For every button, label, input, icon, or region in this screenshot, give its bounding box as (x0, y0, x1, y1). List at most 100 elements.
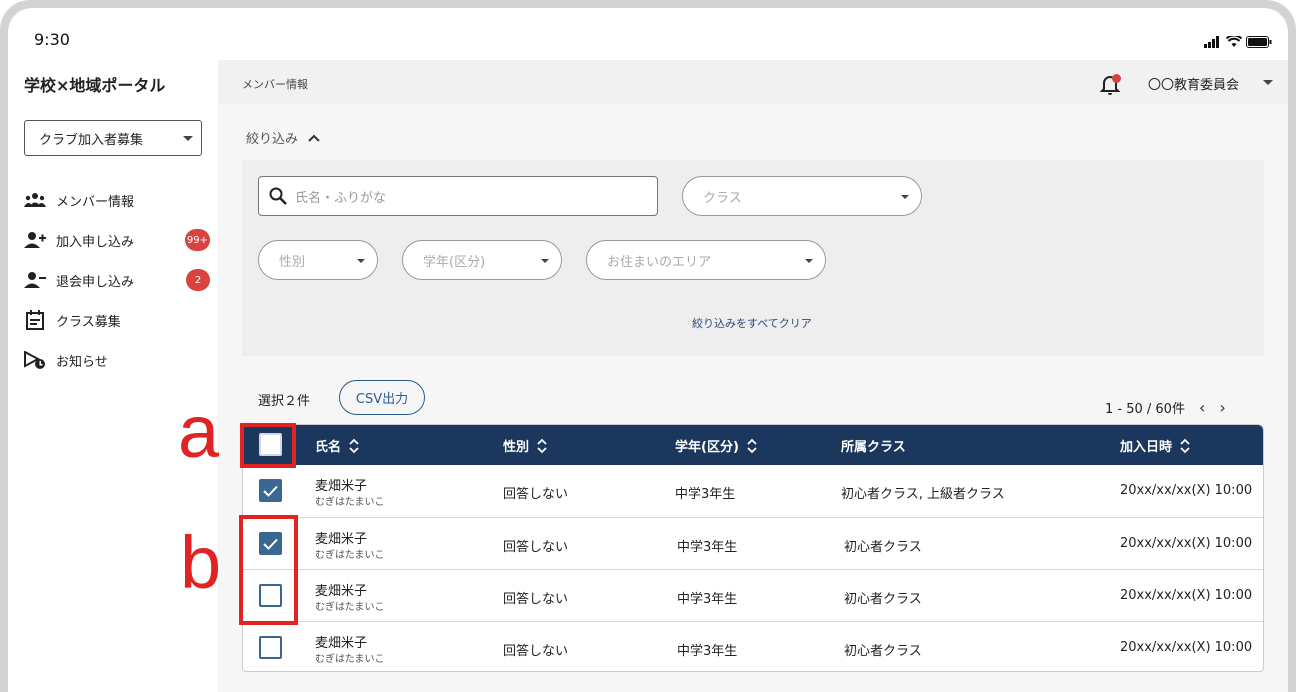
table-row[interactable]: 麦畑米子 むぎはたまいこ 回答しない 中学3年生 初心者クラス 20xx/xx/… (243, 621, 1263, 671)
member-class: 初心者クラス (844, 592, 922, 607)
member-date: 20xx/xx/xx(X) 10:00 (1120, 483, 1253, 498)
filter-toggle-label: 絞り込み (246, 132, 299, 147)
member-gender: 回答しない (503, 487, 569, 502)
sidebar-nav: メンバー情報 加入申し込み 99+ 退会申し込み 2 クラス募集 お知らせ (24, 180, 210, 380)
annotation-label-a: a (178, 390, 220, 473)
clear-filters-link[interactable]: 絞り込みをすべてクリア (692, 315, 812, 331)
filter-panel: 氏名・ふりがな クラス 性別 学年(区分) お住まいのエリア 絞り込みをすべてク… (242, 160, 1264, 356)
member-name: 麦畑米子 (315, 584, 368, 599)
wifi-icon (1226, 36, 1242, 47)
pagination: 1 - 50 / 60件 ‹ › (1105, 398, 1226, 417)
grade-filter[interactable]: 学年(区分) (402, 240, 562, 280)
sidebar-item-label: お知らせ (56, 354, 108, 370)
search-placeholder: 氏名・ふりがな (295, 190, 387, 206)
calendar-icon (24, 309, 46, 331)
caret-down-icon (183, 136, 193, 141)
member-kana: むぎはたまいこ (315, 550, 385, 561)
club-select[interactable]: クラブ加入者募集 (24, 120, 202, 156)
member-kana: むぎはたまいこ (315, 602, 385, 613)
member-class: 初心者クラス, 上級者クラス (841, 487, 1005, 502)
person-remove-icon (24, 269, 46, 291)
column-header-grade[interactable]: 学年(区分) (675, 436, 757, 455)
column-header-class: 所属クラス (841, 436, 906, 455)
area-filter[interactable]: お住まいのエリア (586, 240, 826, 280)
chevron-right-icon[interactable]: › (1219, 398, 1225, 417)
gender-filter[interactable]: 性別 (258, 240, 378, 280)
announcement-icon (24, 349, 46, 371)
caret-down-icon (805, 259, 813, 263)
table-row[interactable]: 麦畑米子 むぎはたまいこ 回答しない 中学3年生 初心者クラス 20xx/xx/… (243, 517, 1263, 569)
sidebar-item-label: メンバー情報 (56, 194, 135, 210)
member-grade: 中学3年生 (677, 592, 738, 607)
column-label: 氏名 (315, 440, 342, 455)
class-filter-placeholder: クラス (703, 190, 742, 206)
column-header-gender[interactable]: 性別 (503, 436, 547, 455)
members-icon (24, 189, 46, 211)
chevron-left-icon[interactable]: ‹ (1199, 398, 1205, 417)
selected-count: 選択２件 (258, 394, 311, 409)
filter-toggle[interactable]: 絞り込み (246, 128, 320, 147)
status-time: 9:30 (34, 30, 70, 49)
area-filter-placeholder: お住まいのエリア (607, 254, 712, 270)
member-date: 20xx/xx/xx(X) 10:00 (1120, 640, 1253, 655)
sort-icon (747, 438, 757, 453)
members-table: 氏名 性別 学年(区分) 所属クラス 加入日時 麦畑米子 むぎはたまいこ 回答し… (242, 424, 1264, 672)
status-icons (1204, 36, 1272, 48)
pagination-range: 1 - 50 / 60件 (1105, 402, 1185, 417)
member-name: 麦畑米子 (315, 636, 368, 651)
search-input[interactable]: 氏名・ふりがな (258, 176, 658, 216)
member-kana: むぎはたまいこ (315, 654, 385, 665)
sort-icon (1180, 438, 1190, 453)
table-header: 氏名 性別 学年(区分) 所属クラス 加入日時 (243, 425, 1263, 465)
club-select-value: クラブ加入者募集 (39, 132, 144, 148)
sort-icon (537, 438, 547, 453)
sidebar-item-label: 退会申し込み (56, 274, 135, 290)
org-menu[interactable]: 〇〇教育委員会 (1148, 74, 1239, 93)
badge-count: 99+ (184, 229, 210, 251)
table-row[interactable]: 麦畑米子 むぎはたまいこ 回答しない 中学3年生 初心者クラス, 上級者クラス … (243, 465, 1263, 517)
class-filter[interactable]: クラス (682, 176, 922, 216)
column-label: 性別 (503, 440, 530, 455)
sidebar-item-leave-requests[interactable]: 退会申し込み 2 (24, 260, 210, 300)
sidebar-item-join-requests[interactable]: 加入申し込み 99+ (24, 220, 210, 260)
member-kana: むぎはたまいこ (315, 497, 385, 508)
csv-export-button[interactable]: CSV出力 (339, 380, 425, 415)
column-header-date[interactable]: 加入日時 (1120, 436, 1190, 455)
check-icon (263, 485, 278, 497)
member-gender: 回答しない (503, 644, 569, 659)
member-grade: 中学3年生 (677, 540, 738, 555)
annotation-box-b (239, 515, 298, 625)
member-name: 麦畑米子 (315, 479, 368, 494)
sidebar-item-class-recruit[interactable]: クラス募集 (24, 300, 210, 340)
badge-count: 2 (186, 269, 210, 291)
caret-down-icon[interactable] (1263, 80, 1273, 85)
gender-filter-placeholder: 性別 (279, 254, 306, 270)
caret-down-icon (541, 259, 549, 263)
row-checkbox[interactable] (259, 479, 282, 502)
battery-icon (1246, 36, 1272, 48)
member-class: 初心者クラス (844, 644, 922, 659)
member-gender: 回答しない (503, 592, 569, 607)
breadcrumb: メンバー情報 (242, 78, 308, 91)
column-label: 加入日時 (1120, 440, 1173, 455)
grade-filter-placeholder: 学年(区分) (423, 254, 486, 270)
table-row[interactable]: 麦畑米子 むぎはたまいこ 回答しない 中学3年生 初心者クラス 20xx/xx/… (243, 569, 1263, 621)
column-label: 所属クラス (841, 440, 906, 455)
sidebar-item-news[interactable]: お知らせ (24, 340, 210, 380)
main-content: メンバー情報 〇〇教育委員会 絞り込み 氏名・ふりがな クラス 性別 学年(区分… (218, 60, 1288, 692)
member-date: 20xx/xx/xx(X) 10:00 (1120, 536, 1253, 551)
member-class: 初心者クラス (844, 540, 922, 555)
app-title: 学校×地域ポータル (24, 76, 166, 95)
search-icon (269, 187, 287, 205)
row-checkbox[interactable] (259, 636, 282, 659)
sort-icon (349, 438, 359, 453)
caret-down-icon (357, 259, 365, 263)
sidebar-item-members[interactable]: メンバー情報 (24, 180, 210, 220)
member-grade: 中学3年生 (675, 487, 736, 502)
column-header-name[interactable]: 氏名 (315, 436, 359, 455)
member-grade: 中学3年生 (677, 644, 738, 659)
signal-icon (1204, 36, 1219, 48)
sidebar-item-label: クラス募集 (56, 314, 121, 330)
notification-dot (1112, 74, 1121, 83)
chevron-up-icon (308, 134, 320, 142)
